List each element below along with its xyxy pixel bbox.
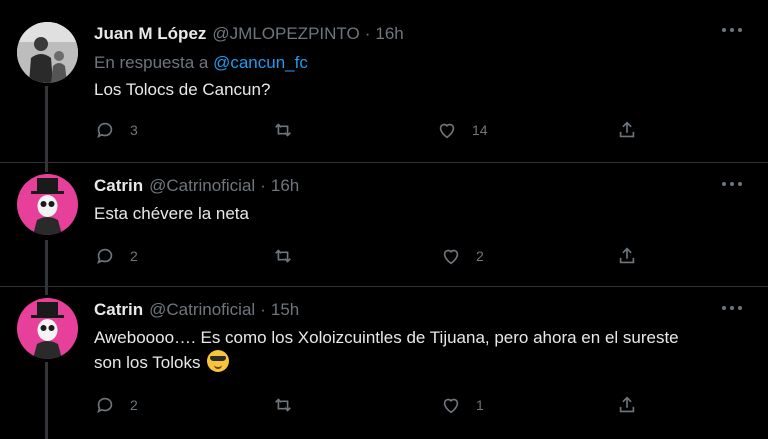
catrin-skull-avatar-icon: [17, 298, 78, 359]
heart-icon: [443, 249, 459, 265]
tweet-actions: 3 14: [94, 119, 654, 143]
share-button[interactable]: [616, 394, 638, 416]
avatar[interactable]: [17, 298, 78, 359]
like-button[interactable]: 1: [440, 394, 484, 416]
tweet-text-content: Aweboooo…. Es como los Xoloizcuintles de…: [94, 328, 679, 372]
more-options-icon[interactable]: [722, 28, 742, 32]
more-options-icon[interactable]: [722, 182, 742, 186]
person-photo-avatar-icon: [17, 22, 78, 83]
retweet-icon: [275, 249, 291, 263]
separator-dot: ·: [364, 24, 371, 43]
avatar[interactable]: [17, 174, 78, 235]
reply-count: 3: [130, 122, 138, 138]
separator-dot: ·: [260, 176, 266, 195]
separator-dot: ·: [260, 300, 266, 319]
retweet-button[interactable]: [272, 394, 294, 416]
share-icon: [619, 396, 635, 413]
reply-count: 2: [130, 397, 138, 413]
reply-icon: [97, 397, 113, 414]
heart-icon: [439, 123, 455, 139]
tweet-text: Aweboooo…. Es como los Xoloizcuintles de…: [94, 326, 694, 375]
share-icon: [619, 247, 635, 264]
tweet-actions: 2 1: [94, 394, 654, 418]
like-button[interactable]: 14: [436, 119, 488, 141]
share-button[interactable]: [616, 245, 638, 267]
reply-count: 2: [130, 248, 138, 264]
reply-icon: [97, 248, 113, 265]
retweet-icon: [275, 398, 291, 412]
like-count: 14: [472, 122, 488, 138]
tweet-header: Catrin @Catrinoficial · 15h: [94, 300, 299, 322]
timestamp[interactable]: 16h: [375, 24, 403, 44]
retweet-icon: [275, 123, 291, 137]
share-button[interactable]: [616, 119, 638, 141]
reply-handle-link[interactable]: @cancun_fc: [213, 53, 308, 72]
author-handle[interactable]: @Catrinoficial: [149, 176, 255, 196]
retweet-button[interactable]: [272, 245, 294, 267]
like-count: 1: [476, 397, 484, 413]
author-handle[interactable]: @Catrinoficial: [149, 300, 255, 320]
like-button[interactable]: 2: [440, 245, 484, 267]
divider: [0, 162, 768, 163]
tweet-text: Esta chévere la neta: [94, 204, 249, 223]
reply-icon: [97, 122, 113, 139]
reply-button[interactable]: 3: [94, 119, 138, 141]
tweet-header: Catrin @Catrinoficial · 16h: [94, 176, 299, 198]
tweet[interactable]: Catrin @Catrinoficial · 16h Esta chévere…: [0, 174, 768, 286]
author-handle[interactable]: @JMLOPEZPINTO: [212, 24, 359, 44]
share-icon: [619, 121, 635, 138]
author-name[interactable]: Catrin: [94, 300, 143, 320]
author-name[interactable]: Catrin: [94, 176, 143, 196]
tweet[interactable]: Catrin @Catrinoficial · 15h Aweboooo…. E…: [0, 298, 768, 439]
tweet[interactable]: Juan M López @JMLOPEZPINTO · 16h En resp…: [0, 22, 768, 152]
tweet-header: Juan M López @JMLOPEZPINTO · 16h: [94, 24, 404, 46]
catrin-skull-avatar-icon: [17, 174, 78, 235]
reply-button[interactable]: 2: [94, 394, 138, 416]
author-name[interactable]: Juan M López: [94, 24, 206, 44]
reply-context: En respuesta a @cancun_fc: [94, 53, 308, 73]
sunglasses-emoji-icon: [207, 350, 230, 372]
heart-icon: [443, 398, 459, 414]
tweet-actions: 2 2: [94, 245, 654, 269]
tweet-text: Los Tolocs de Cancun?: [94, 80, 271, 99]
avatar[interactable]: [17, 22, 78, 83]
timestamp[interactable]: 16h: [271, 176, 299, 196]
reply-prefix: En respuesta a: [94, 53, 209, 72]
reply-button[interactable]: 2: [94, 245, 138, 267]
retweet-button[interactable]: [272, 119, 294, 141]
divider: [0, 286, 768, 287]
like-count: 2: [476, 248, 484, 264]
more-options-icon[interactable]: [722, 306, 742, 310]
timestamp[interactable]: 15h: [271, 300, 299, 320]
